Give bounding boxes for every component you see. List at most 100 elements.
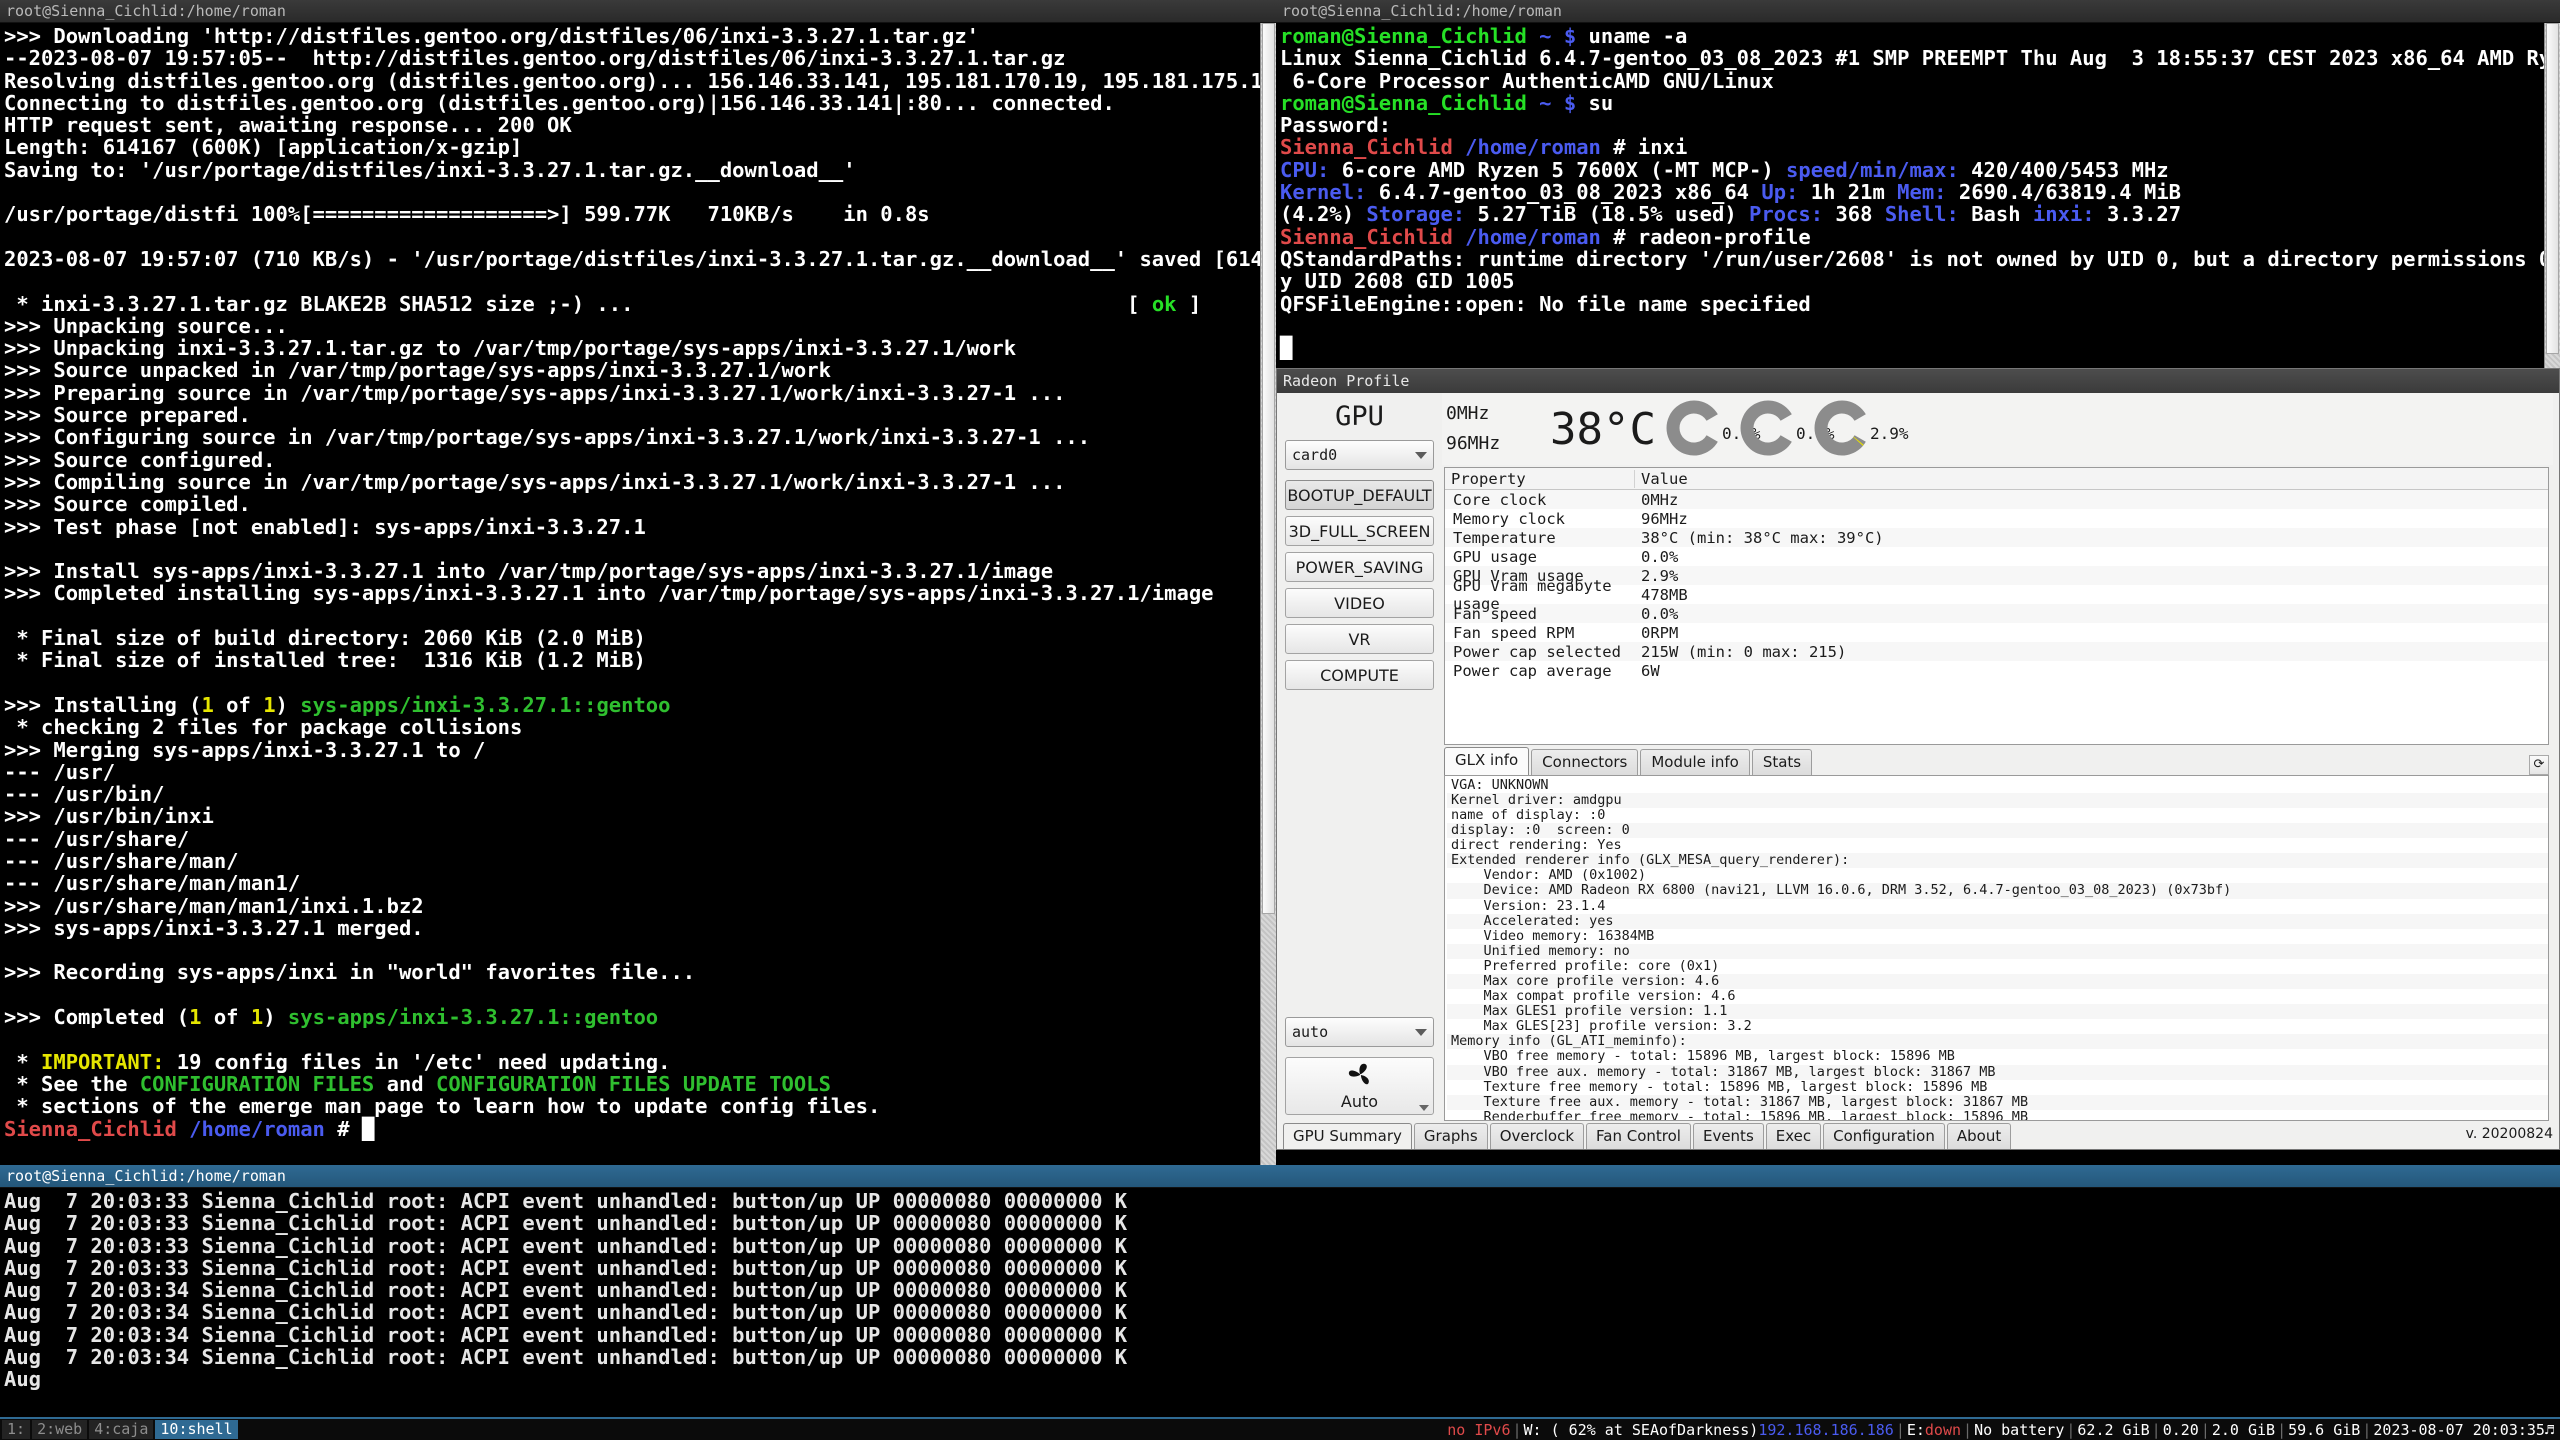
gauge-arc	[1740, 400, 1792, 456]
terminal-line: >>> Unpacking inxi-3.3.27.1.tar.gz to /v…	[4, 337, 1272, 359]
info-tab-stats[interactable]: Stats	[1751, 748, 1813, 775]
radeon-profile-bottom-tabs: GPU Summary Graphs Overclock Fan Control Eve…	[1277, 1121, 2559, 1149]
terminal-line: >>> sys-apps/inxi-3.3.27.1 merged.	[4, 917, 1272, 939]
terminal-text: *	[4, 1049, 42, 1074]
terminal-text: --- /usr/share/man/	[4, 848, 239, 873]
info-tab-glx-info[interactable]: GLX info	[1444, 746, 1530, 775]
workspace-2-web[interactable]: 2:web	[32, 1420, 88, 1439]
terminal-line: * See the CONFIGURATION FILES and CONFIG…	[4, 1073, 1272, 1095]
workspace-10-shell[interactable]: 10:shell	[155, 1420, 238, 1439]
terminal-text: --2023-08-07 19:57:05-- http://distfiles…	[4, 46, 1066, 71]
terminal-line: y UID 2608 GID 1005	[1280, 270, 2556, 292]
terminal-inxi-output: roman@Sienna_Cichlid ~ $ uname -a Linux S…	[1276, 23, 2560, 359]
terminal-emerge[interactable]: root@Sienna_Cichlid:/home/roman >>> Down…	[0, 0, 1276, 1165]
fan-speed-gauge: 0.0%	[1738, 394, 1835, 464]
terminal-line: Kernel: 6.4.7-gentoo_03_08_2023 x86_64 U…	[1280, 181, 2556, 203]
terminal-text: CONFIGURATION FILES UPDATE TOOLS	[435, 1071, 831, 1096]
property-value: 96MHz	[1641, 509, 1688, 528]
terminal-text: roman@Sienna_Cichlid	[1280, 24, 1527, 48]
terminal-text: 1	[263, 692, 276, 717]
power-profile-button-bootup-default[interactable]: BOOTUP_DEFAULT	[1285, 480, 1434, 510]
main-tab-configuration[interactable]: Configuration	[1823, 1123, 1945, 1149]
gauge-value: 2.9%	[1869, 424, 1909, 443]
terminal-text: * Final size of build directory: 2060 Ki…	[4, 626, 646, 651]
terminal-line: * Final size of installed tree: 1316 KiB…	[4, 649, 1272, 671]
version-label: v. 20200824	[2465, 1126, 2553, 1142]
main-tab-fan-control[interactable]: Fan Control	[1586, 1123, 1691, 1149]
glx-info-line: VBO free memory - total: 15896 MB, large…	[1451, 1048, 1955, 1065]
terminal-text: Linux Sienna_Cichlid 6.4.7-gentoo_03_08_…	[1280, 46, 2560, 71]
workspace-1-[interactable]: 1:	[2, 1420, 31, 1439]
main-tab-about[interactable]: About	[1946, 1123, 2012, 1149]
status-item: 0.20	[2162, 1420, 2199, 1439]
terminal-text: >>> Source prepared.	[4, 403, 251, 428]
glx-info-line: Preferred profile: core (0x1)	[1451, 957, 1720, 974]
glx-info-line: display: :0 screen: 0	[1447, 822, 2548, 839]
terminal-inxi-scrollbar[interactable]	[2544, 23, 2560, 368]
refresh-icon[interactable]: ⟳	[2529, 754, 2549, 775]
chevron-down-icon	[1415, 1028, 1427, 1036]
taskbar[interactable]: 1: 2:web 4:caja 10:shell no IPv6 | W: ( 62% a…	[0, 1417, 2560, 1440]
power-profile-label: COMPUTE	[1320, 665, 1399, 685]
terminal-text: * sections of the emerge man page to lea…	[4, 1094, 881, 1119]
terminal-acpi-log[interactable]: root@Sienna_Cichlid:/home/roman Aug 7 20…	[0, 1165, 2560, 1418]
power-profile-button-power-saving[interactable]: POWER_SAVING	[1285, 552, 1434, 582]
terminal-text: QFSFileEngine::open: No file name specif…	[1280, 291, 1811, 316]
value-column-header: Value	[1641, 469, 1688, 488]
status-item: 2023-08-07 20:03:35	[2373, 1420, 2545, 1439]
terminal-text: #	[324, 1116, 362, 1141]
property-name: Memory clock	[1453, 509, 1565, 528]
fan-auto-label: Auto	[1340, 1091, 1379, 1111]
terminal-line: Saving to: '/usr/portage/distfiles/inxi-…	[4, 159, 1272, 181]
terminal-text: of	[201, 1005, 251, 1030]
terminal-text: sys-apps/inxi-3.3.27.1::gentoo	[300, 692, 671, 717]
gpu-property-table: Property Value Core clock 0MHz Memory cloc…	[1444, 467, 2549, 745]
property-value: 0.0%	[1641, 604, 1679, 623]
power-profile-button-vr[interactable]: VR	[1285, 624, 1434, 654]
main-tab-graphs[interactable]: Graphs	[1413, 1123, 1488, 1149]
property-value: 6W	[1641, 661, 1660, 680]
power-profile-button-3d-full-screen[interactable]: 3D_FULL_SCREEN	[1285, 516, 1434, 546]
status-item: 59.6 GiB	[2288, 1420, 2361, 1439]
glx-info-line: Version: 23.1.4	[1451, 897, 1606, 914]
info-tab-connectors[interactable]: Connectors	[1531, 748, 1639, 775]
power-profile-button-compute[interactable]: COMPUTE	[1285, 660, 1434, 690]
terminal-text: IMPORTANT:	[41, 1049, 165, 1074]
terminal-line: Aug	[4, 1367, 42, 1392]
terminal-acpi-output: Aug 7 20:03:33 Sienna_Cichlid root: ACPI…	[0, 1188, 2560, 1391]
glx-info-line: VBO free aux. memory - total: 31867 MB, …	[1447, 1064, 2548, 1080]
terminal-line: CPU: 6-core AMD Ryzen 5 7600X (-MT MCP-)…	[1280, 159, 2556, 181]
glx-info-line: Max GLES[23] profile version: 3.2	[1451, 1018, 1752, 1035]
gauge-row: 0.0% 0.0% 2.9%	[1664, 394, 1909, 464]
terminal-line: >>> /usr/share/man/man1/inxi.1.bz2	[4, 894, 1272, 917]
info-tab-module-info[interactable]: Module info	[1640, 748, 1750, 775]
main-tab-gpu-summary[interactable]: GPU Summary	[1283, 1123, 1412, 1149]
scrollbar-thumb[interactable]	[1262, 23, 1275, 914]
fan-mode-select[interactable]: auto	[1285, 1017, 1434, 1047]
terminal-text: --- /usr/	[4, 759, 116, 784]
main-tab-events[interactable]: Events	[1692, 1123, 1764, 1149]
status-item: down	[1924, 1420, 1962, 1439]
fan-auto-button[interactable]: Auto	[1285, 1057, 1434, 1115]
terminal-text: Length: 614167 (600K) [application/x-gzi…	[4, 135, 523, 160]
power-profile-label: VR	[1348, 629, 1371, 649]
power-profile-button-video[interactable]: VIDEO	[1285, 588, 1434, 618]
terminal-text: sys-apps/inxi-3.3.27.1::gentoo	[287, 1005, 659, 1030]
vram-usage-gauge: 2.9%	[1812, 394, 1909, 464]
scrollbar-thumb[interactable]	[2546, 23, 2559, 355]
main-tab-overclock[interactable]: Overclock	[1489, 1123, 1585, 1149]
terminal-text: >>> Test phase [not enabled]: sys-apps/i…	[4, 514, 646, 539]
glx-info-line: Kernel driver: amdgpu	[1447, 792, 2548, 808]
terminal-text: >>> Configuring source in /var/tmp/porta…	[4, 425, 1091, 450]
card-select[interactable]: card0	[1285, 440, 1434, 470]
terminal-text: >>> Source unpacked in /var/tmp/portage/…	[4, 358, 831, 383]
main-tab-exec[interactable]: Exec	[1765, 1123, 1822, 1149]
workspace-4-caja[interactable]: 4:caja	[89, 1420, 154, 1439]
terminal-text: >>> Completed (	[4, 1005, 190, 1030]
terminal-inxi[interactable]: root@Sienna_Cichlid:/home/roman roman@Si…	[1276, 0, 2560, 368]
radeon-profile-window[interactable]: Radeon Profile GPU card0 BOOTUP_DEFAULT 3…	[1276, 368, 2560, 1150]
terminal-text: █	[361, 1116, 375, 1141]
terminal-emerge-scrollbar[interactable]	[1260, 23, 1276, 1165]
